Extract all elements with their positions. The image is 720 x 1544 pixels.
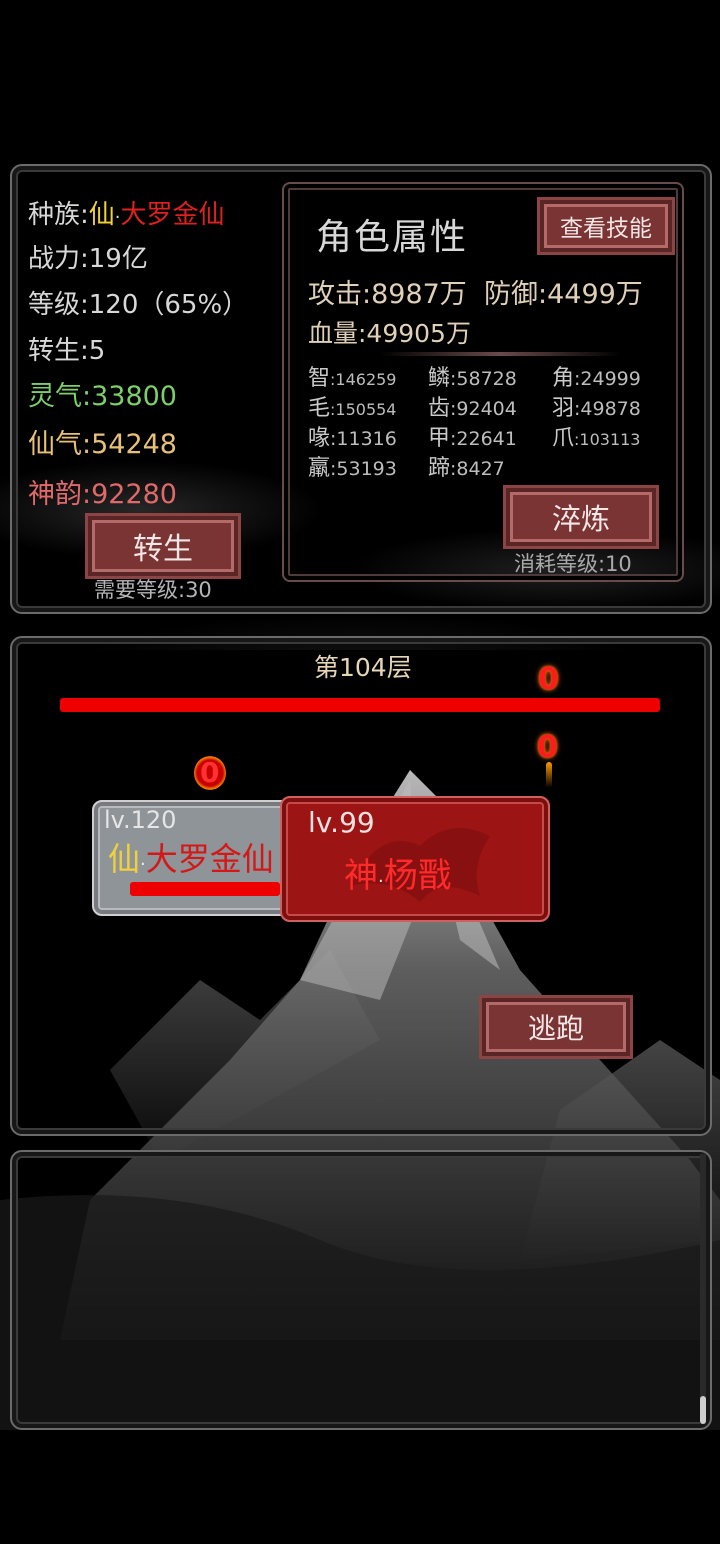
stat-name: 角 xyxy=(552,366,575,391)
stat-value: :11316 xyxy=(330,428,397,450)
enemy-card-title: 杨戬 xyxy=(383,856,452,896)
rebirth-requirement: 需要等级:30 xyxy=(94,578,212,602)
stat-value: :53193 xyxy=(330,458,397,480)
refine-cost: 消耗等级:10 xyxy=(514,552,632,576)
level-text: 等级:120（65%） xyxy=(28,290,249,320)
enemy-card-name: 神·杨戬 xyxy=(344,848,452,897)
race-label: 种族: xyxy=(28,200,89,230)
stat-name: 齿 xyxy=(428,396,451,421)
player-card-level: lv.120 xyxy=(104,806,177,834)
stat-name: 蹄 xyxy=(428,456,451,481)
shenyun-text: 神韵:92280 xyxy=(28,479,177,510)
stat-name: 智 xyxy=(308,366,331,391)
power-text: 战力:19亿 xyxy=(28,244,148,274)
stat-name: 喙 xyxy=(308,426,331,451)
stat-name: 羽 xyxy=(552,396,575,421)
stat-cell: 角:24999 xyxy=(552,360,641,392)
stat-value: :49878 xyxy=(574,398,641,420)
log-scrollbar-thumb[interactable] xyxy=(700,1396,706,1424)
stat-value: :92404 xyxy=(450,398,517,420)
battle-log-panel xyxy=(10,1150,712,1430)
attributes-title: 角色属性 xyxy=(316,217,469,258)
stat-cell: 羸:53193 xyxy=(308,450,397,482)
view-skills-label: 查看技能 xyxy=(560,216,652,242)
stat-name: 羸 xyxy=(308,456,331,481)
stat-cell: 喙:11316 xyxy=(308,420,397,452)
flee-button[interactable]: 逃跑 xyxy=(482,998,630,1056)
stat-name: 毛 xyxy=(308,396,331,421)
hp-text: 血量:49905万 xyxy=(308,319,471,348)
player-card-kind: 仙 xyxy=(108,840,141,878)
enemy-card-kind: 神 xyxy=(344,856,378,896)
race-row: 种族:仙·大罗金仙 xyxy=(28,194,225,231)
hit-spark-icon xyxy=(546,762,552,788)
defense-text: 防御:4499万 xyxy=(484,279,643,310)
race-rank: 大罗金仙 xyxy=(120,200,225,230)
stat-name: 甲 xyxy=(428,426,451,451)
xianqi-text: 仙气:54248 xyxy=(28,429,177,460)
stat-value: :8427 xyxy=(450,458,505,480)
rebirth-text: 转生:5 xyxy=(28,336,106,366)
rebirth-button-label: 转生 xyxy=(133,532,193,567)
enemy-hp-bar xyxy=(60,698,660,712)
stat-value: :150554 xyxy=(330,400,397,419)
stat-name: 鳞 xyxy=(428,366,451,391)
stat-value: :24999 xyxy=(574,368,641,390)
stat-cell: 齿:92404 xyxy=(428,390,517,422)
player-card-title: 大罗金仙 xyxy=(145,840,274,878)
damage-number-enemy: 0 xyxy=(537,730,558,765)
damage-number-player: 0 xyxy=(200,756,220,789)
stat-cell: 鳞:58728 xyxy=(428,360,517,392)
rebirth-button[interactable]: 转生 xyxy=(88,516,238,576)
stat-name: 爪 xyxy=(552,426,575,451)
stat-cell: 羽:49878 xyxy=(552,390,641,422)
attack-text: 攻击:8987万 xyxy=(308,279,467,310)
player-hp-bar xyxy=(130,882,280,896)
damage-number-top: 0 xyxy=(538,662,559,697)
log-scrollbar[interactable] xyxy=(700,1154,706,1424)
stat-cell: 蹄:8427 xyxy=(428,450,505,482)
stat-cell: 智:146259 xyxy=(308,360,396,392)
stat-cell: 甲:22641 xyxy=(428,420,517,452)
stat-value: :146259 xyxy=(330,370,397,389)
stat-cell: 爪:103113 xyxy=(552,420,640,452)
lingqi-text: 灵气:33800 xyxy=(28,381,177,412)
refine-button[interactable]: 淬炼 xyxy=(506,488,656,546)
floor-title: 第104层 xyxy=(314,653,412,682)
attributes-divider xyxy=(380,352,620,356)
stat-value: :58728 xyxy=(450,368,517,390)
enemy-card-level: lv.99 xyxy=(308,806,375,839)
player-card-name: 仙·大罗金仙 xyxy=(108,834,274,880)
view-skills-button[interactable]: 查看技能 xyxy=(540,200,672,252)
race-kind: 仙 xyxy=(88,200,115,230)
stat-value: :103113 xyxy=(574,430,641,449)
stat-cell: 毛:150554 xyxy=(308,390,396,422)
flee-button-label: 逃跑 xyxy=(527,1012,584,1045)
stat-value: :22641 xyxy=(450,428,517,450)
refine-button-label: 淬炼 xyxy=(551,502,610,536)
